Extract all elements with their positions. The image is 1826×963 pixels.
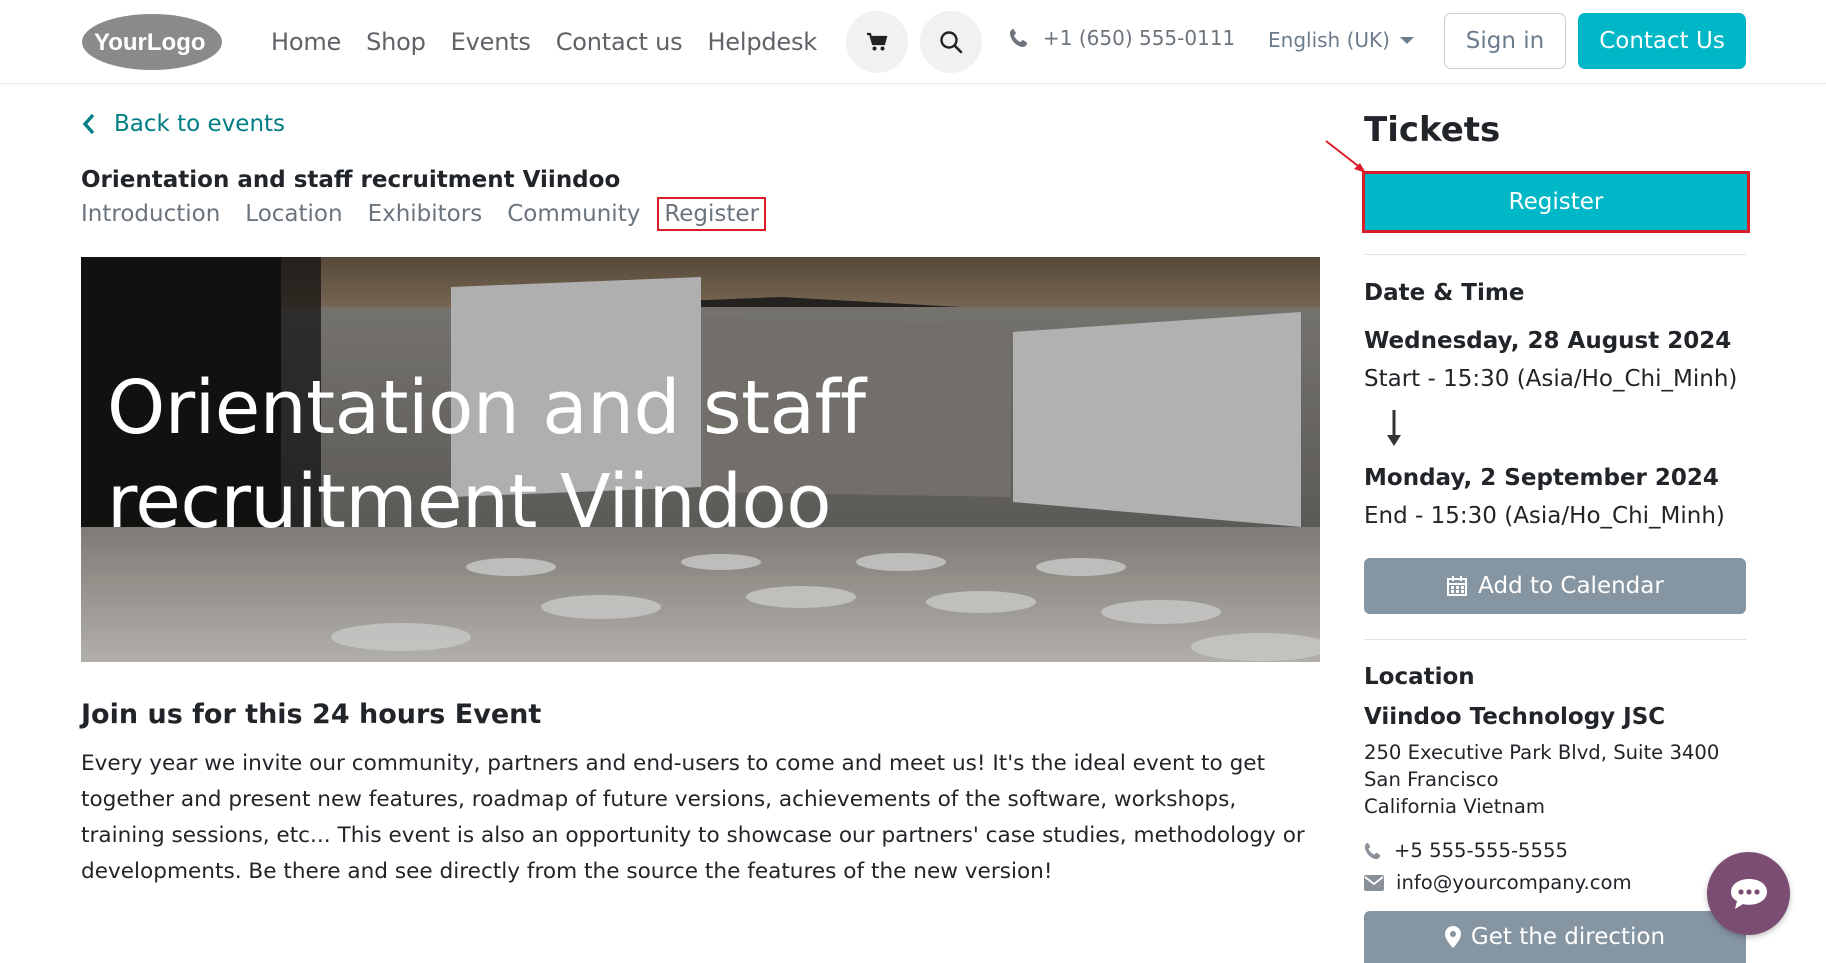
chevron-left-icon (82, 113, 95, 135)
address: 250 Executive Park Blvd, Suite 3400 San … (1364, 739, 1719, 820)
main-nav: Home Shop Events Contact us Helpdesk (271, 0, 817, 84)
site-header: YourLogo Home Shop Events Contact us Hel… (0, 0, 1826, 84)
tab-introduction[interactable]: Introduction (81, 199, 220, 229)
get-direction-label: Get the direction (1470, 924, 1666, 950)
tab-location[interactable]: Location (245, 199, 342, 229)
start-date: Wednesday, 28 August 2024 (1364, 328, 1732, 354)
arrow-down-icon (1387, 410, 1401, 446)
content-paragraph: Every year we invite our community, part… (81, 751, 1305, 884)
event-title: Orientation and staff recruitment Viindo… (81, 167, 621, 193)
cart-button[interactable] (846, 11, 908, 73)
tab-register[interactable]: Register (657, 197, 767, 231)
back-to-events-link[interactable]: Back to events (82, 111, 285, 137)
company-name: Viindoo Technology JSC (1364, 704, 1666, 730)
header-phone[interactable]: +1 (650) 555-0111 (1009, 26, 1235, 50)
language-selector[interactable]: English (UK) (1268, 28, 1414, 52)
divider (1364, 254, 1746, 255)
phone-icon (1010, 29, 1027, 47)
tickets-title: Tickets (1364, 110, 1501, 150)
chat-icon (1730, 878, 1767, 909)
start-time: Start - 15:30 (Asia/Ho_Chi_Minh) (1364, 366, 1738, 392)
tab-exhibitors[interactable]: Exhibitors (368, 199, 483, 229)
location-phone-number: +5 555-555-5555 (1394, 839, 1568, 862)
annotation-arrow-icon (1325, 140, 1366, 173)
nav-shop[interactable]: Shop (366, 28, 426, 56)
map-marker-icon (1444, 926, 1461, 948)
hero-title: Orientation and staff recruitment Viindo… (107, 365, 866, 545)
address-line: California Vietnam (1364, 795, 1545, 818)
end-time: End - 15:30 (Asia/Ho_Chi_Minh) (1364, 503, 1725, 529)
chevron-down-icon (1399, 36, 1414, 44)
content-heading: Join us for this 24 hours Event (81, 699, 542, 730)
nav-events[interactable]: Events (451, 28, 531, 56)
envelope-icon (1364, 874, 1384, 891)
location-title: Location (1364, 664, 1475, 690)
nav-home[interactable]: Home (271, 28, 341, 56)
location-phone[interactable]: +5 555-555-5555 (1364, 839, 1568, 862)
location-email[interactable]: info@yourcompany.com (1364, 871, 1632, 894)
search-button[interactable] (920, 11, 982, 73)
event-sub-nav: Introduction Location Exhibitors Communi… (81, 197, 767, 231)
address-line: 250 Executive Park Blvd, Suite 3400 (1364, 741, 1720, 764)
chat-button[interactable] (1707, 852, 1790, 935)
add-to-calendar-button[interactable]: Add to Calendar (1364, 558, 1746, 614)
phone-icon (1364, 842, 1381, 859)
datetime-title: Date & Time (1364, 280, 1525, 306)
logo-text: YourLogo (94, 29, 206, 56)
back-to-events-label: Back to events (114, 111, 286, 137)
register-button[interactable]: Register (1362, 171, 1750, 233)
sign-in-button[interactable]: Sign in (1444, 13, 1566, 69)
nav-contact[interactable]: Contact us (556, 28, 683, 56)
end-date: Monday, 2 September 2024 (1364, 465, 1719, 491)
language-label: English (UK) (1268, 28, 1390, 52)
logo[interactable]: YourLogo (80, 12, 224, 72)
location-email-address: info@yourcompany.com (1396, 871, 1632, 894)
header-phone-number: +1 (650) 555-0111 (1043, 26, 1236, 50)
event-hero-image: Orientation and staff recruitment Viindo… (81, 257, 1320, 662)
add-to-calendar-label: Add to Calendar (1478, 573, 1664, 599)
tab-community[interactable]: Community (507, 199, 640, 229)
divider (1364, 639, 1746, 640)
contact-us-button[interactable]: Contact Us (1578, 13, 1746, 69)
calendar-icon (1447, 576, 1468, 596)
get-direction-button[interactable]: Get the direction (1364, 911, 1746, 963)
address-line: San Francisco (1364, 768, 1499, 791)
search-icon (940, 31, 963, 54)
cart-icon (867, 32, 888, 51)
nav-helpdesk[interactable]: Helpdesk (707, 28, 817, 56)
